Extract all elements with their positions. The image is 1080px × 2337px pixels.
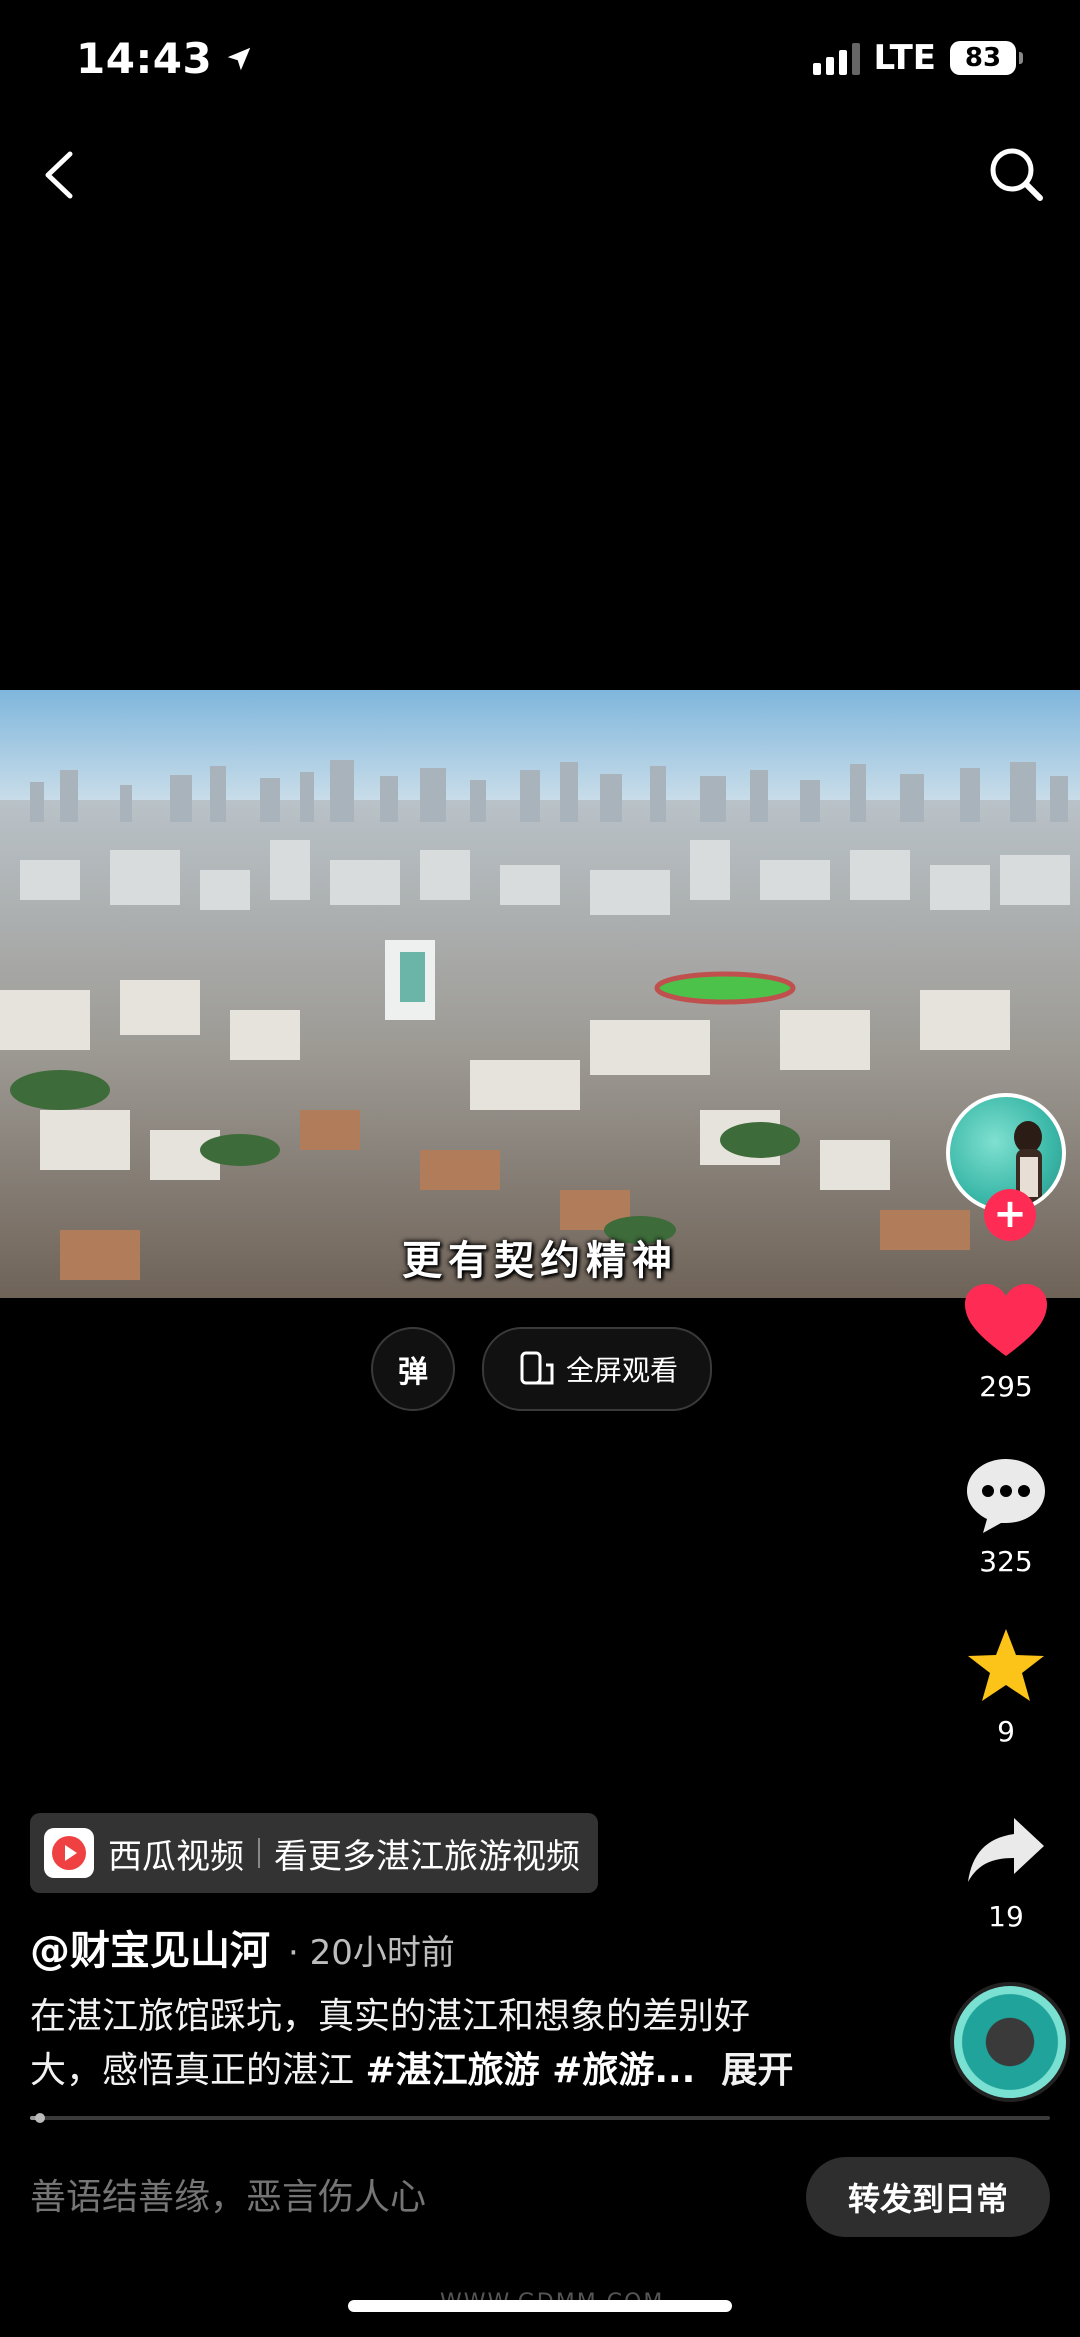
follow-button[interactable]: +: [984, 1189, 1036, 1241]
share-arrow-icon: [968, 1818, 1044, 1882]
location-arrow-icon: [227, 47, 251, 70]
network-type: LTE: [873, 38, 936, 78]
description-line-2: 大，感悟真正的湛江 #湛江旅游 #旅游... 展开: [30, 2044, 830, 2098]
video-progress-bar[interactable]: [30, 2113, 1050, 2123]
video-player[interactable]: [0, 690, 1080, 1298]
battery-level: 83: [964, 43, 1002, 73]
danmu-toggle-button[interactable]: 弹: [371, 1327, 455, 1411]
xigua-logo-icon: [44, 1828, 94, 1878]
video-subtitle: 更有契约精神: [402, 1238, 678, 1284]
heart-icon: [965, 1284, 1047, 1356]
divider: [258, 1838, 260, 1868]
back-button[interactable]: [30, 140, 90, 210]
post-time: · 20小时前: [288, 1933, 455, 1973]
like-button[interactable]: 295: [950, 1280, 1062, 1403]
status-time-text: 14:43: [76, 34, 213, 83]
like-count: 295: [979, 1370, 1033, 1403]
xigua-brand: 西瓜视频: [108, 1836, 244, 1877]
xigua-promo-bar[interactable]: 西瓜视频 看更多湛江旅游视频: [30, 1813, 598, 1893]
author-avatar-wrap[interactable]: +: [946, 1093, 1068, 1241]
favorite-button[interactable]: 9: [950, 1625, 1062, 1748]
search-icon: [990, 148, 1043, 201]
status-time: 14:43: [76, 34, 254, 83]
hashtags[interactable]: #湛江旅游 #旅游...: [365, 2050, 695, 2091]
danmu-label: 弹: [398, 1355, 428, 1390]
author-name[interactable]: @财宝见山河: [30, 1918, 270, 1976]
comment-count: 325: [979, 1545, 1033, 1578]
status-indicators: LTE 83: [812, 38, 1023, 78]
search-button[interactable]: [982, 140, 1052, 210]
home-indicator[interactable]: [348, 2300, 732, 2312]
description-line-1: 在湛江旅馆踩坑，真实的湛江和想象的差别好: [30, 1996, 751, 2037]
share-to-daily-button[interactable]: 转发到日常: [806, 2157, 1050, 2237]
comment-button[interactable]: 325: [950, 1455, 1062, 1578]
progress-handle[interactable]: [35, 2113, 46, 2123]
star-icon: [968, 1629, 1044, 1701]
music-disc[interactable]: [950, 1982, 1070, 2102]
favorite-count: 9: [997, 1715, 1015, 1748]
xigua-link[interactable]: 看更多湛江旅游视频: [274, 1829, 580, 1878]
comment-input[interactable]: [30, 2168, 750, 2228]
share-button[interactable]: 19: [950, 1810, 1062, 1933]
battery-icon: 83: [950, 41, 1023, 75]
expand-button[interactable]: 展开: [721, 2050, 793, 2091]
description-line-2-text: 大，感悟真正的湛江: [30, 2050, 366, 2091]
author-line: @财宝见山河 · 20小时前: [30, 1918, 455, 1976]
city-aerial-video-frame: [0, 690, 1080, 1298]
rotate-phone-icon: [520, 1351, 554, 1385]
cellular-signal-icon: [812, 41, 860, 75]
comment-bubble-icon: [967, 1459, 1045, 1533]
post-description: 在湛江旅馆踩坑，真实的湛江和想象的差别好 大，感悟真正的湛江 #湛江旅游 #旅游…: [30, 1990, 830, 2098]
fullscreen-button[interactable]: 全屏观看: [482, 1327, 712, 1411]
fullscreen-label: 全屏观看: [565, 1354, 678, 1387]
chevron-left-icon: [45, 151, 73, 199]
share-count: 19: [988, 1900, 1024, 1933]
share-to-daily-label: 转发到日常: [847, 2180, 1008, 2218]
